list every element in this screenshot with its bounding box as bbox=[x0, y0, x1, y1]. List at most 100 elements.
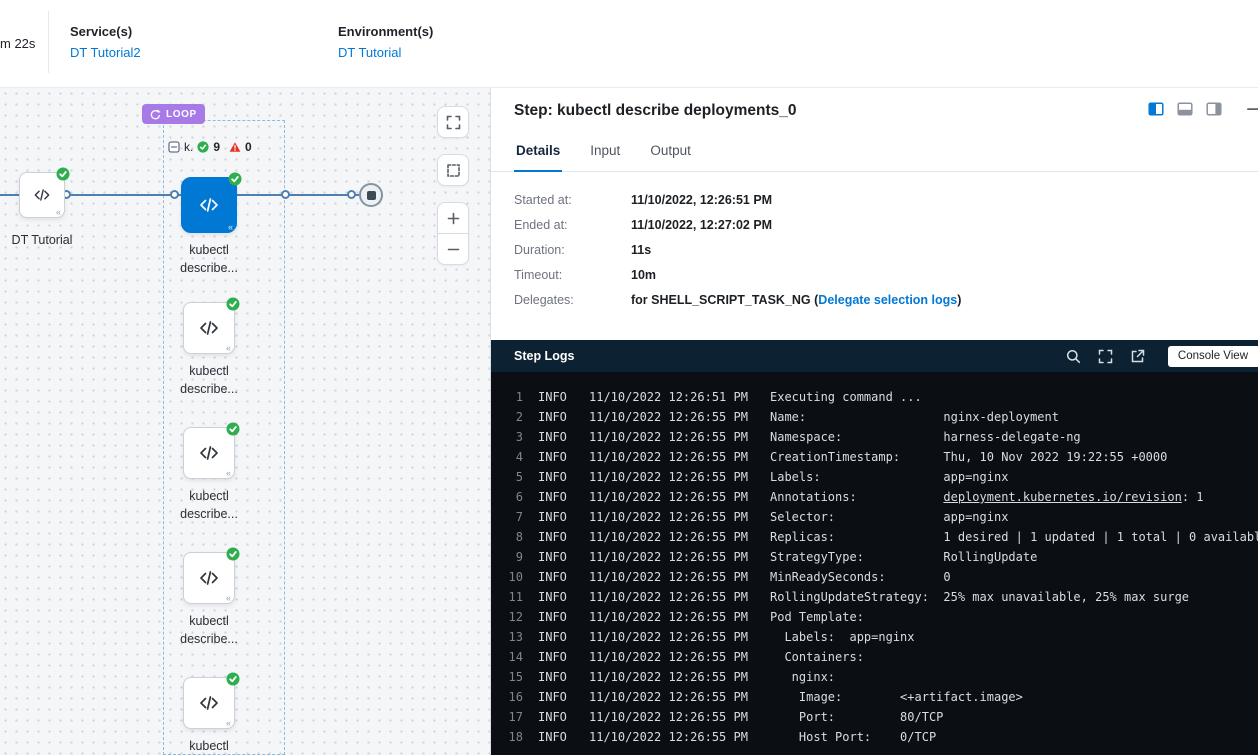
log-level: INFO bbox=[538, 687, 576, 707]
warning-count-icon bbox=[229, 141, 241, 153]
detail-value: 11/10/2022, 12:27:02 PM bbox=[631, 218, 772, 232]
pipeline-step-node[interactable]: « kubectl describe... bbox=[167, 177, 251, 277]
elapsed-time: m 22s bbox=[0, 36, 35, 51]
header-divider bbox=[48, 11, 49, 73]
log-timestamp: 11/10/2022 12:26:55 PM bbox=[589, 507, 755, 527]
search-icon[interactable] bbox=[1066, 349, 1081, 364]
log-line: 16 INFO 11/10/2022 12:26:55 PM Image: <+… bbox=[491, 687, 1258, 707]
loop-arrow-icon bbox=[150, 109, 161, 120]
log-timestamp: 11/10/2022 12:26:55 PM bbox=[589, 547, 755, 567]
code-icon bbox=[32, 185, 52, 205]
end-node[interactable] bbox=[359, 183, 383, 207]
marquee-select-button[interactable] bbox=[437, 154, 469, 186]
step-logs-header: Step Logs Console View bbox=[491, 340, 1258, 372]
zoom-in-button[interactable] bbox=[437, 202, 469, 234]
zoom-out-icon bbox=[446, 242, 461, 257]
success-check-icon bbox=[226, 422, 240, 436]
log-line: 5 INFO 11/10/2022 12:26:55 PM Labels: ap… bbox=[491, 467, 1258, 487]
log-timestamp: 11/10/2022 12:26:55 PM bbox=[589, 607, 755, 627]
step-label: kubectl describe... bbox=[167, 612, 251, 648]
step-node-box: « bbox=[183, 427, 235, 479]
log-level: INFO bbox=[538, 587, 576, 607]
pipeline-canvas[interactable]: k. 9 0 LOOP « DT Tutorial « bbox=[0, 88, 490, 755]
step-node-box: « bbox=[183, 552, 235, 604]
zoom-out-button[interactable] bbox=[437, 233, 469, 265]
stop-icon bbox=[367, 191, 376, 200]
log-level: INFO bbox=[538, 707, 576, 727]
tab-details[interactable]: Details bbox=[514, 134, 562, 172]
execution-header: m 22s Service(s) DT Tutorial2 Environmen… bbox=[0, 0, 1258, 88]
step-label: DT Tutorial bbox=[12, 231, 73, 249]
log-timestamp: 11/10/2022 12:26:55 PM bbox=[589, 487, 755, 507]
split-view-icon[interactable] bbox=[1148, 101, 1164, 117]
log-line: 17 INFO 11/10/2022 12:26:55 PM Port: 80/… bbox=[491, 707, 1258, 727]
log-line: 12 INFO 11/10/2022 12:26:55 PM Pod Templ… bbox=[491, 607, 1258, 627]
log-level: INFO bbox=[538, 427, 576, 447]
log-line-number: 9 bbox=[501, 547, 523, 567]
log-message: Host Port: 0/TCP bbox=[770, 727, 936, 747]
success-check-icon bbox=[228, 172, 242, 186]
panel-view-controls bbox=[1148, 101, 1258, 117]
log-line-number: 2 bbox=[501, 407, 523, 427]
pipeline-step-node[interactable]: « kubectl describe... bbox=[167, 552, 251, 648]
log-line: 11 INFO 11/10/2022 12:26:55 PM RollingUp… bbox=[491, 587, 1258, 607]
collapse-minus-icon[interactable] bbox=[168, 141, 180, 153]
log-level: INFO bbox=[538, 667, 576, 687]
pipeline-step-node[interactable]: « kubectl describe... bbox=[167, 302, 251, 398]
detail-label: Started at: bbox=[514, 193, 631, 207]
loop-step-name: k. bbox=[184, 140, 193, 154]
step-corner-icon: « bbox=[226, 344, 231, 353]
log-timestamp: 11/10/2022 12:26:55 PM bbox=[589, 407, 755, 427]
log-level: INFO bbox=[538, 607, 576, 627]
log-timestamp: 11/10/2022 12:26:55 PM bbox=[589, 567, 755, 587]
log-line-number: 15 bbox=[501, 667, 523, 687]
log-line: 10 INFO 11/10/2022 12:26:55 PM MinReadyS… bbox=[491, 567, 1258, 587]
tab-input[interactable]: Input bbox=[588, 134, 622, 171]
tab-output[interactable]: Output bbox=[648, 134, 693, 171]
minimize-icon[interactable] bbox=[1245, 101, 1258, 117]
log-annotation-link[interactable]: deployment.kubernetes.io/revision bbox=[943, 490, 1181, 504]
log-body[interactable]: 1 INFO 11/10/2022 12:26:51 PM Executing … bbox=[491, 372, 1258, 755]
code-icon bbox=[197, 193, 221, 217]
fullscreen-icon[interactable] bbox=[1098, 349, 1113, 364]
step-logs-title: Step Logs bbox=[514, 349, 574, 363]
step-label: kubectl describe... bbox=[167, 737, 251, 755]
services-value-link[interactable]: DT Tutorial2 bbox=[70, 45, 141, 60]
log-message: Labels: app=nginx bbox=[770, 627, 915, 647]
start-step-node[interactable]: « DT Tutorial bbox=[0, 172, 84, 249]
environments-value-link[interactable]: DT Tutorial bbox=[338, 45, 433, 60]
success-count-icon bbox=[197, 141, 209, 153]
fit-screen-icon bbox=[446, 115, 461, 130]
log-message: CreationTimestamp: Thu, 10 Nov 2022 19:2… bbox=[770, 447, 1167, 467]
log-line: 2 INFO 11/10/2022 12:26:55 PM Name: ngin… bbox=[491, 407, 1258, 427]
step-corner-icon: « bbox=[226, 469, 231, 478]
open-in-new-icon[interactable] bbox=[1130, 349, 1145, 364]
log-line: 4 INFO 11/10/2022 12:26:55 PM CreationTi… bbox=[491, 447, 1258, 467]
log-timestamp: 11/10/2022 12:26:55 PM bbox=[589, 447, 755, 467]
log-line-number: 10 bbox=[501, 567, 523, 587]
log-line-number: 16 bbox=[501, 687, 523, 707]
code-icon bbox=[197, 566, 221, 590]
log-message: StrategyType: RollingUpdate bbox=[770, 547, 1037, 567]
pipeline-step-node[interactable]: « kubectl describe... bbox=[167, 677, 251, 755]
console-view-button[interactable]: Console View bbox=[1168, 346, 1258, 367]
pipeline-step-node[interactable]: « kubectl describe... bbox=[167, 427, 251, 523]
log-message: MinReadySeconds: 0 bbox=[770, 567, 951, 587]
loop-header: k. 9 0 bbox=[168, 140, 252, 154]
environments-block: Environment(s) DT Tutorial bbox=[338, 24, 433, 60]
log-level: INFO bbox=[538, 447, 576, 467]
right-view-icon[interactable] bbox=[1206, 101, 1222, 117]
log-line-number: 3 bbox=[501, 427, 523, 447]
detail-row: Timeout: 10m bbox=[514, 268, 1235, 282]
detail-label: Duration: bbox=[514, 243, 631, 257]
step-label: kubectl describe... bbox=[167, 487, 251, 523]
error-count: 0 bbox=[245, 140, 252, 154]
fit-screen-button[interactable] bbox=[437, 106, 469, 138]
detail-value: 10m bbox=[631, 268, 656, 282]
bottom-view-icon[interactable] bbox=[1177, 101, 1193, 117]
log-line: 14 INFO 11/10/2022 12:26:55 PM Container… bbox=[491, 647, 1258, 667]
delegate-selection-logs-link[interactable]: Delegate selection logs bbox=[818, 293, 957, 307]
step-label: kubectl describe... bbox=[167, 362, 251, 398]
log-level: INFO bbox=[538, 387, 576, 407]
log-line-number: 6 bbox=[501, 487, 523, 507]
